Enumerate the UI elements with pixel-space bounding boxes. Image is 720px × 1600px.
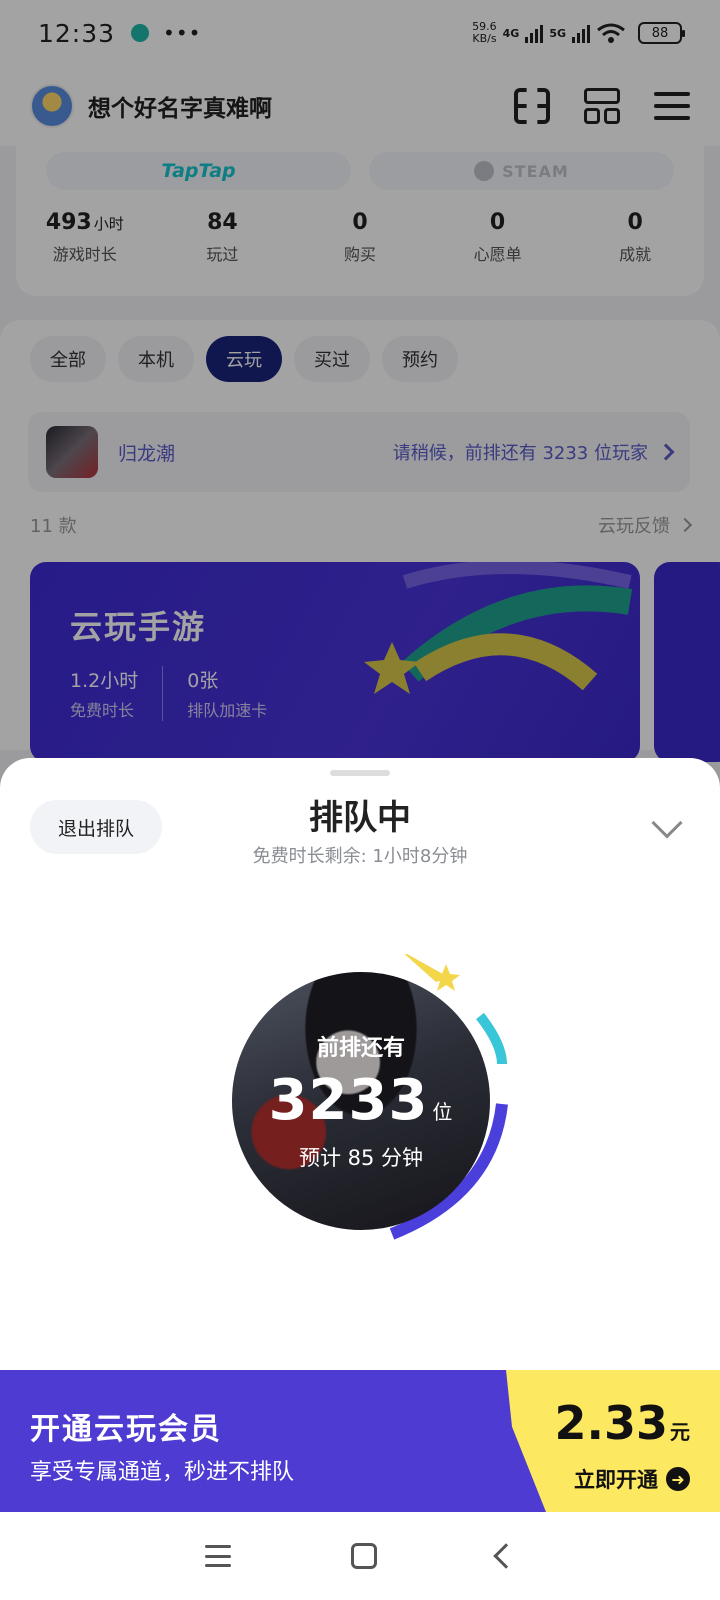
- game-artwork: 前排还有 3233 位 预计 85 分钟: [232, 972, 490, 1230]
- free-time-remaining: 免费时长剩余: 1小时8分钟: [252, 846, 468, 867]
- system-nav-bar: [0, 1512, 720, 1600]
- queue-sheet: 退出排队 排队中 免费时长剩余: 1小时8分钟 前排还有 3233 位 预计 85…: [0, 758, 720, 1370]
- recents-icon[interactable]: [205, 1545, 231, 1567]
- subscribe-button[interactable]: 立即开通 ➜: [574, 1464, 690, 1494]
- arrow-right-icon: ➜: [666, 1467, 690, 1491]
- drag-handle[interactable]: [330, 770, 390, 776]
- membership-title: 开通云玩会员: [30, 1412, 222, 1447]
- membership-price: 2.33 元: [554, 1396, 691, 1450]
- sheet-title: 排队中: [309, 798, 411, 838]
- membership-promo[interactable]: 开通云玩会员 享受专属通道，秒进不排队 2.33 元 立即开通 ➜: [0, 1370, 720, 1512]
- membership-subtitle: 享受专属通道，秒进不排队: [30, 1460, 295, 1485]
- eta-text: 预计 85 分钟: [298, 1146, 424, 1170]
- ahead-label: 前排还有: [316, 1036, 405, 1061]
- back-icon[interactable]: [493, 1543, 519, 1569]
- queue-position: 3233: [268, 1068, 429, 1133]
- home-icon[interactable]: [351, 1543, 377, 1569]
- queue-indicator: 前排还有 3233 位 预计 85 分钟: [210, 954, 530, 1254]
